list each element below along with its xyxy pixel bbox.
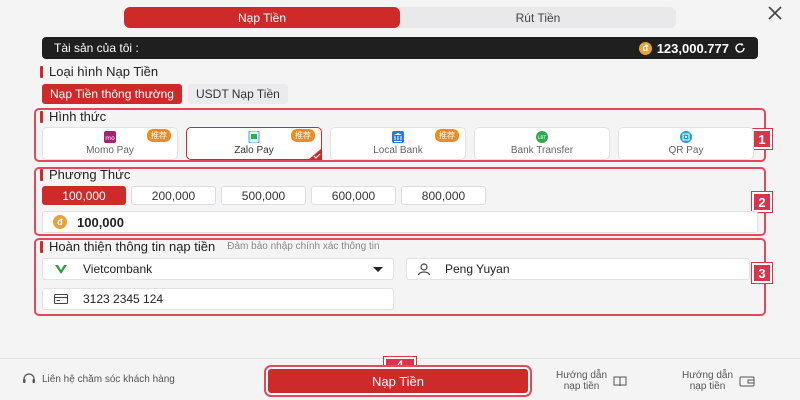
amount-option[interactable]: 800,000 (401, 186, 486, 205)
close-icon[interactable] (766, 4, 784, 22)
support-label: Liên hệ chăm sóc khách hàng (42, 373, 175, 385)
amount-section-title: Phương Thức (40, 167, 130, 182)
deposit-guide-link-1[interactable]: Hướng dẫn nạp tiền (556, 370, 627, 392)
guide-line: Hướng dẫn (556, 370, 608, 381)
recommended-tag: 推荐 (147, 129, 171, 142)
guide-line: Hướng dẫn (682, 370, 734, 381)
coin-icon: đ (638, 41, 652, 55)
qr-icon (680, 131, 692, 143)
selected-check-icon (308, 148, 322, 160)
svg-text:mo: mo (105, 135, 115, 142)
method-bank-transfer[interactable]: LBT Bank Transfer (474, 127, 610, 160)
deposit-withdraw-tabs: Nạp Tiền Rút Tiền (124, 7, 676, 28)
balance-value: 123,000.777 (656, 40, 729, 56)
amount-option[interactable]: 200,000 (131, 186, 216, 205)
amount-option[interactable]: 600,000 (311, 186, 396, 205)
zalo-icon (248, 131, 260, 143)
deposit-type-normal[interactable]: Nạp Tiền thông thường (42, 84, 182, 104)
method-qr-pay[interactable]: QR Pay (618, 127, 754, 160)
bank-select-value: Vietcombank (83, 262, 153, 276)
chevron-down-icon (373, 266, 383, 272)
customer-support-link[interactable]: Liên hệ chăm sóc khách hàng (22, 373, 175, 385)
step-badge-1: 1 (752, 129, 772, 149)
assets-bar: Tài sản của tôi : đ 123,000.777 (42, 37, 758, 59)
method-local-bank[interactable]: 推荐 Local Bank (330, 127, 466, 160)
step-badge-2: 2 (752, 192, 772, 212)
tab-deposit[interactable]: Nạp Tiền (124, 7, 400, 28)
method-section-title: Hình thức (40, 109, 106, 124)
coin-icon: đ (53, 215, 67, 229)
amount-input-value: 100,000 (77, 214, 124, 230)
name-field[interactable]: Peng Yuyan (406, 258, 750, 280)
wallet-icon (739, 376, 755, 387)
guide-line: nạp tiền (563, 381, 600, 392)
momo-icon: mo (104, 131, 116, 143)
amount-option[interactable]: 500,000 (221, 186, 306, 205)
tab-withdraw[interactable]: Rút Tiền (400, 7, 676, 28)
guide-line: nạp tiền (689, 381, 726, 392)
recommended-tag: 推荐 (291, 129, 315, 142)
bank-select[interactable]: Vietcombank (42, 258, 394, 280)
account-field-value: 3123 2345 124 (83, 292, 164, 306)
amount-options: 100,000 200,000 500,000 600,000 800,000 (42, 186, 486, 205)
card-icon (53, 293, 69, 305)
amount-section-title-text: Phương Thức (49, 167, 131, 182)
guide-label-2: Hướng dẫn nạp tiền (682, 370, 733, 392)
method-section-title-text: Hình thức (49, 109, 107, 124)
deposit-type-usdt[interactable]: USDT Nạp Tiền (187, 84, 288, 104)
amount-option[interactable]: 100,000 (42, 186, 126, 205)
amount-input[interactable]: đ 100,000 (42, 211, 758, 233)
guide-label-1: Hướng dẫn nạp tiền (556, 370, 607, 392)
account-field[interactable]: 3123 2345 124 (42, 288, 394, 310)
assets-label: Tài sản của tôi : (54, 41, 139, 55)
method-momo-pay[interactable]: 推荐 mo Momo Pay (42, 127, 178, 160)
method-zalo-pay[interactable]: 推荐 Zalo Pay (186, 127, 322, 160)
user-icon (417, 263, 431, 276)
transfer-icon: LBT (536, 131, 548, 143)
deposit-submit-button[interactable]: Nạp Tiền (266, 367, 530, 395)
deposit-type-title-text: Loại hình Nạp Tiền (49, 64, 159, 79)
method-label: Zalo Pay (234, 145, 274, 156)
step-badge-3: 3 (752, 263, 772, 283)
info-section-hint: Đảm bảo nhập chính xác thông tin (227, 241, 380, 252)
info-section-title-text: Hoàn thiện thông tin nạp tiền (49, 239, 216, 254)
bank-icon (392, 131, 404, 143)
book-icon (613, 376, 627, 387)
name-field-value: Peng Yuyan (445, 262, 510, 276)
deposit-type-title: Loại hình Nạp Tiền (40, 64, 158, 79)
deposit-guide-link-2[interactable]: Hướng dẫn nạp tiền (682, 370, 755, 392)
vietcombank-icon (55, 265, 67, 274)
svg-text:LBT: LBT (538, 135, 547, 141)
method-label: QR Pay (668, 145, 704, 156)
balance: đ 123,000.777 (638, 40, 746, 56)
info-section-title: Hoàn thiện thông tin nạp tiền Đảm bảo nh… (40, 239, 380, 254)
method-label: Momo Pay (86, 145, 134, 156)
recommended-tag: 推荐 (435, 129, 459, 142)
method-label: Bank Transfer (510, 145, 574, 156)
headset-icon (23, 373, 35, 383)
method-label: Local Bank (373, 145, 423, 156)
deposit-type-options: Nạp Tiền thông thường USDT Nạp Tiền (42, 84, 288, 104)
refresh-icon[interactable] (734, 42, 746, 54)
payment-methods: 推荐 mo Momo Pay 推荐 Zalo Pay 推荐 Local Bank… (42, 127, 754, 160)
